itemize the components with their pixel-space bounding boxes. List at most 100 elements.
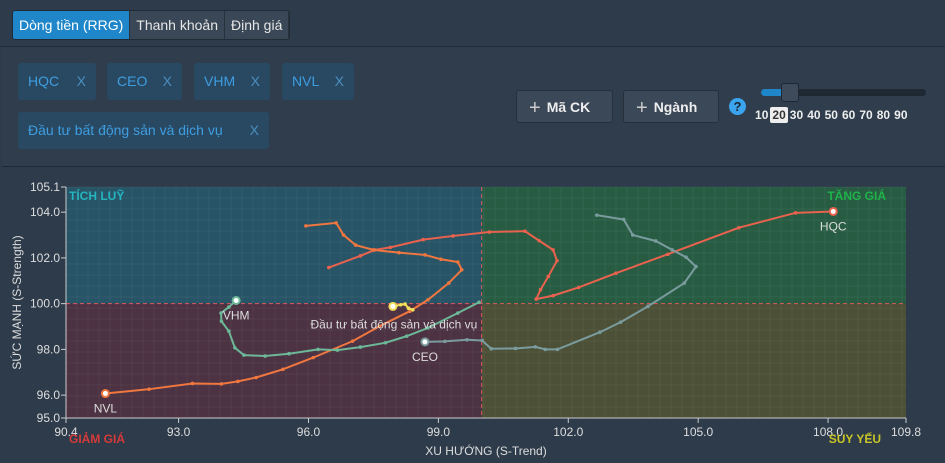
series-point <box>263 354 267 358</box>
series-point <box>219 382 224 386</box>
series-point <box>334 221 338 225</box>
series-endpoint <box>420 337 430 347</box>
series-point <box>281 367 285 372</box>
series-point <box>666 252 670 257</box>
x-tick-label: 96.0 <box>297 425 321 439</box>
quadrant-label-falling: GIẢM GIÁ <box>69 431 125 446</box>
quadrant-label-accumulation: TÍCH LUỸ <box>69 188 124 203</box>
series-point <box>426 297 430 302</box>
series-point <box>287 351 291 356</box>
series-point <box>227 329 231 333</box>
series-point <box>684 255 688 260</box>
series-point <box>480 338 484 343</box>
series-point <box>694 264 698 269</box>
series-point <box>439 257 443 262</box>
series-point <box>456 311 460 315</box>
series-point <box>489 346 493 351</box>
series-point <box>388 245 393 250</box>
y-tick-label: 100.0 <box>30 297 60 311</box>
series-point <box>353 243 358 247</box>
series-point <box>546 274 551 279</box>
series-point <box>459 267 464 272</box>
series-point <box>595 213 599 217</box>
x-tick-label: 109.8 <box>891 425 921 439</box>
y-tick-label: 98.0 <box>37 342 61 356</box>
series-label: NVL <box>94 402 118 416</box>
x-tick-label: 93.0 <box>167 425 191 439</box>
series-point <box>421 237 426 242</box>
series-point <box>456 260 460 264</box>
series-point <box>465 337 469 342</box>
series-point <box>311 355 316 360</box>
series-point <box>236 379 240 384</box>
series-point <box>383 340 388 345</box>
series-point <box>737 225 741 230</box>
quadrant-weakening <box>481 303 906 418</box>
series-point <box>614 271 618 276</box>
series-point <box>406 306 411 311</box>
series-point <box>397 250 401 255</box>
series-point <box>523 229 527 233</box>
series-endpoint <box>231 295 241 305</box>
series-point <box>242 353 246 357</box>
series-point <box>350 339 355 343</box>
series-point <box>446 281 451 285</box>
x-tick-label: 99.0 <box>427 425 451 439</box>
x-tick-label: 105.0 <box>683 425 713 439</box>
series-point <box>371 248 376 252</box>
series-label: HQC <box>820 219 847 233</box>
series-point <box>254 375 258 380</box>
series-point <box>630 233 635 237</box>
quadrant-label-weakening: SUY YẾU <box>829 431 881 446</box>
y-axis-label: SỨC MẠNH (S-Strength) <box>9 235 24 369</box>
series-point <box>534 297 539 301</box>
series-point <box>513 346 518 351</box>
y-tick-label: 102.0 <box>30 251 60 265</box>
series-point <box>423 253 427 257</box>
series-point <box>358 254 363 258</box>
series-point <box>443 339 447 344</box>
quadrant-label-rising: TĂNG GIÁ <box>827 188 886 203</box>
series-point <box>538 287 543 292</box>
series-point <box>537 238 542 243</box>
series-endpoint <box>828 206 838 216</box>
series-point <box>316 347 320 352</box>
series-point <box>404 334 409 338</box>
x-axis-label: XU HƯỚNG (S-Trend) <box>425 443 546 458</box>
series-point <box>304 224 308 228</box>
series-point <box>682 281 687 285</box>
x-tick-label: 102.0 <box>553 425 583 439</box>
y-tick-label: 95.0 <box>37 411 61 425</box>
series-point <box>335 348 340 352</box>
series-point <box>233 345 237 350</box>
series-point <box>670 248 674 252</box>
series-point <box>477 300 481 305</box>
series-endpoint <box>100 389 110 399</box>
y-tick-label: 104.0 <box>30 205 60 219</box>
series-point <box>533 345 538 349</box>
series-point <box>653 239 658 243</box>
series-label: CEO <box>412 350 438 364</box>
series-endpoint <box>388 301 398 311</box>
series-point <box>576 285 581 290</box>
series-point <box>358 345 363 349</box>
rrg-chart: 90.4 93.0 96.0 99.0 102.0 105.0 108.0 109.895.0… <box>9 180 921 458</box>
series-label: VHM <box>223 308 250 322</box>
series-point <box>598 330 602 335</box>
y-tick-label: 105.1 <box>30 180 60 194</box>
series-point <box>147 387 151 391</box>
series-point <box>555 258 559 263</box>
series-point <box>551 248 555 252</box>
series-point <box>621 217 626 222</box>
series-point <box>487 230 492 234</box>
series-label: Đầu tư bất động sản và dịch vụ <box>311 317 478 331</box>
series-point <box>398 302 403 307</box>
series-point <box>403 302 407 306</box>
series-point <box>555 347 560 352</box>
series-point <box>793 211 798 215</box>
series-point <box>543 347 548 352</box>
y-tick-label: 96.0 <box>37 388 61 402</box>
series-point <box>190 381 195 386</box>
series-point <box>551 293 555 298</box>
series-point <box>451 234 455 238</box>
